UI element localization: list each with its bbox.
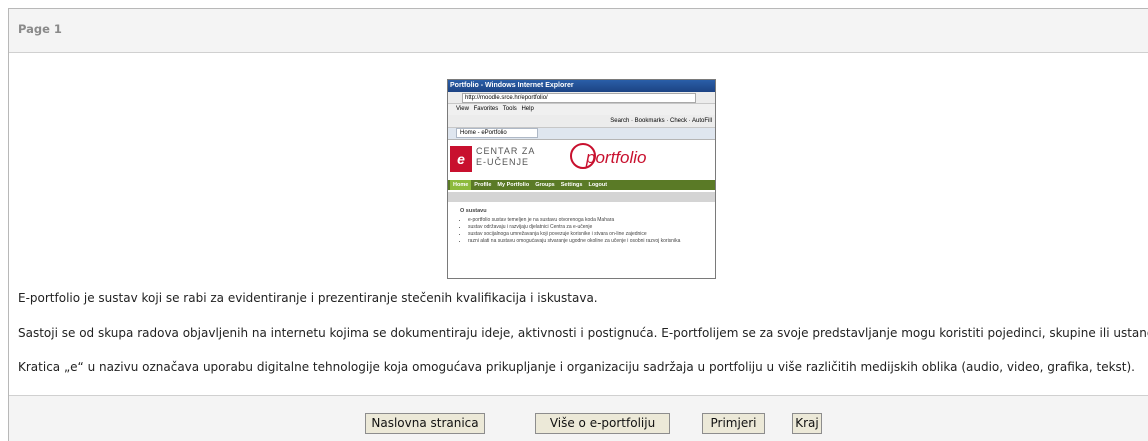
examples-button[interactable]: Primjeri	[702, 413, 765, 434]
paragraph-composition: Sastoji se od skupa radova objavljenih n…	[18, 326, 1148, 340]
paragraph-abbreviation: Kratica „e“ u nazivu označava uporabu di…	[18, 360, 1135, 374]
page-title: Page 1	[18, 22, 62, 36]
site-section-title: O sustavu	[460, 208, 487, 214]
site-nav-groups: Groups	[535, 182, 555, 188]
lesson-frame: Page 1 Portfolio - Windows Internet Expl…	[8, 8, 1148, 441]
site-bullet: e-portfolio sustav temeljen je na sustav…	[468, 217, 715, 224]
browser-url: http://moodle.srce.hr/eportfolio/	[462, 93, 696, 103]
navigation-footer: Naslovna stranica Više o e-portfoliju Pr…	[9, 395, 1148, 441]
site-nav-settings: Settings	[560, 182, 583, 188]
site-nav-my-portfolio: My Portfolio	[497, 182, 530, 188]
site-bullet: razni alati na sustavu omogućavaju stvar…	[468, 238, 715, 245]
site-band	[448, 192, 715, 202]
cez-logo-icon: e	[450, 146, 472, 172]
site-nav-home: Home	[450, 180, 472, 190]
browser-toolbar: Search · Bookmarks · Check · AutoFill	[448, 115, 715, 128]
cez-logo-text: CENTAR ZA E-UČENJE	[476, 146, 535, 168]
cez-logo-line1: CENTAR ZA	[476, 146, 536, 156]
end-button[interactable]: Kraj	[792, 413, 822, 434]
site-content: O sustavu e-portfolio sustav temeljen je…	[448, 202, 715, 245]
eportfolio-logo-text: portfolio	[586, 148, 647, 167]
page-header: Page 1	[9, 9, 1148, 53]
eportfolio-screenshot-image: Portfolio - Windows Internet Explorer ht…	[447, 79, 716, 279]
browser-tab: Home - ePortfolio	[456, 128, 538, 138]
site-bullet-list: e-portfolio sustav temeljen je na sustav…	[460, 217, 715, 245]
home-page-button[interactable]: Naslovna stranica	[365, 413, 485, 434]
paragraph-definition: E-portfolio je sustav koji se rabi za ev…	[18, 291, 598, 305]
site-nav-profile: Profile	[474, 182, 492, 188]
more-about-eportfolio-button[interactable]: Više o e-portfoliju	[535, 413, 670, 434]
browser-address-bar: http://moodle.srce.hr/eportfolio/	[448, 92, 715, 104]
browser-title-bar: Portfolio - Windows Internet Explorer	[448, 80, 715, 92]
site-nav-logout: Logout	[588, 182, 608, 188]
cez-logo-line2: E-UČENJE	[476, 157, 530, 167]
browser-tab-strip: Home - ePortfolio	[448, 128, 715, 140]
site-header: e CENTAR ZA E-UČENJE portfolio	[448, 140, 715, 180]
site-bullet: sustav održavaju i razvijaju djelatnici …	[468, 224, 715, 231]
browser-menu: View Favorites Tools Help	[448, 104, 715, 115]
site-bullet: sustav socijalnoga umrežavanja koji pove…	[468, 231, 715, 238]
site-nav: Home Profile My Portfolio Groups Settings Log…	[448, 180, 715, 190]
